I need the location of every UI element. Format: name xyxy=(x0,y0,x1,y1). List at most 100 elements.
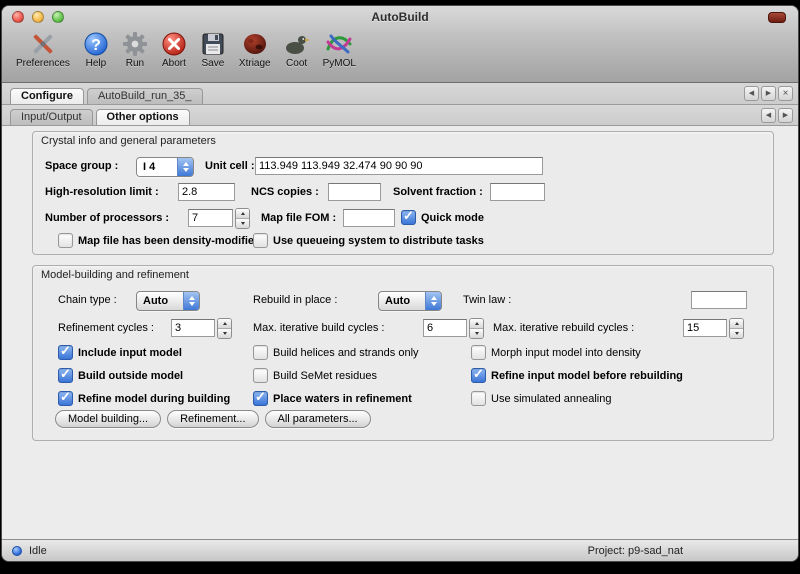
refinement-cycles-input[interactable] xyxy=(171,319,215,337)
map-fom-input[interactable] xyxy=(343,209,395,227)
refinement-button[interactable]: Refinement... xyxy=(167,410,258,428)
toolbar-label: Coot xyxy=(286,58,307,69)
pymol-button[interactable]: PyMOL xyxy=(319,30,360,69)
stepper-down-button[interactable] xyxy=(218,329,231,338)
all-parameters-button[interactable]: All parameters... xyxy=(265,410,371,428)
tab-input-output[interactable]: Input/Output xyxy=(10,109,93,125)
tab-nav-controls xyxy=(744,86,793,101)
status-indicator-icon xyxy=(12,546,22,556)
refine-before-checkbox[interactable]: Refine input model before rebuilding xyxy=(471,368,683,383)
include-input-model-checkbox[interactable]: Include input model xyxy=(58,345,182,360)
groupbox-title: Crystal info and general parameters xyxy=(41,135,216,147)
help-icon: ? xyxy=(83,30,109,58)
preferences-button[interactable]: Preferences xyxy=(12,30,74,69)
run-button[interactable]: Run xyxy=(118,30,152,69)
space-group-select[interactable]: I 4 xyxy=(136,157,194,177)
model-building-button[interactable]: Model building... xyxy=(55,410,161,428)
options-panel: Crystal info and general parameters Spac… xyxy=(2,126,798,539)
checkbox-label: Refine input model before rebuilding xyxy=(491,370,683,382)
chain-type-select[interactable]: Auto xyxy=(136,291,200,311)
processors-input[interactable] xyxy=(188,209,233,227)
stepper-up-button[interactable] xyxy=(730,319,743,329)
sub-tab-scroll-right-button[interactable] xyxy=(778,108,793,123)
coot-button[interactable]: Coot xyxy=(280,30,314,69)
ncs-copies-input[interactable] xyxy=(328,183,381,201)
checkbox-label: Morph input model into density xyxy=(491,347,641,359)
abort-button[interactable]: Abort xyxy=(157,30,191,69)
chain-type-value: Auto xyxy=(137,292,183,310)
toolbar-label: Abort xyxy=(162,58,186,69)
max-build-cycles-input[interactable] xyxy=(423,319,467,337)
tab-close-button[interactable] xyxy=(778,86,793,101)
tab-label: AutoBuild_run_35_ xyxy=(98,90,192,102)
stepper-up-button[interactable] xyxy=(236,209,249,219)
density-modified-checkbox[interactable]: Map file has been density-modified xyxy=(58,233,261,248)
checkbox-icon xyxy=(253,391,268,406)
coot-icon xyxy=(284,30,310,58)
dropdown-arrows-icon xyxy=(177,158,193,176)
tab-label: Configure xyxy=(21,90,73,102)
max-rebuild-cycles-input[interactable] xyxy=(683,319,727,337)
tab-label: Other options xyxy=(107,111,179,123)
morph-model-checkbox[interactable]: Morph input model into density xyxy=(471,345,641,360)
twin-law-label: Twin law : xyxy=(463,294,511,306)
checkbox-icon xyxy=(471,391,486,406)
crystal-info-groupbox: Crystal info and general parameters Spac… xyxy=(32,131,774,255)
status-bar: Idle Project: p9-sad_nat xyxy=(2,539,798,561)
xtriage-button[interactable]: Xtriage xyxy=(235,30,275,69)
refine-during-checkbox[interactable]: Refine model during building xyxy=(58,391,230,406)
project-label: Project: p9-sad_nat xyxy=(588,545,683,557)
twin-law-input[interactable] xyxy=(691,291,747,309)
build-outside-checkbox[interactable]: Build outside model xyxy=(58,368,183,383)
checkbox-icon xyxy=(471,368,486,383)
simulated-annealing-checkbox[interactable]: Use simulated annealing xyxy=(471,391,611,406)
processors-stepper[interactable] xyxy=(235,208,250,229)
solvent-fraction-input[interactable] xyxy=(490,183,545,201)
model-building-groupbox: Model-building and refinement Chain type… xyxy=(32,265,774,441)
high-res-input[interactable] xyxy=(178,183,235,201)
stepper-down-button[interactable] xyxy=(470,329,483,338)
place-waters-checkbox[interactable]: Place waters in refinement xyxy=(253,391,412,406)
dropdown-arrows-icon xyxy=(425,292,441,310)
chain-type-label: Chain type : xyxy=(58,294,117,306)
map-fom-label: Map file FOM : xyxy=(261,212,336,224)
refinement-cycles-stepper[interactable] xyxy=(217,318,232,339)
sub-tab-scroll-left-button[interactable] xyxy=(761,108,776,123)
space-group-label: Space group : xyxy=(45,160,118,172)
tab-other-options[interactable]: Other options xyxy=(96,109,190,125)
toolbar-label: Xtriage xyxy=(239,58,271,69)
tab-scroll-left-button[interactable] xyxy=(744,86,759,101)
checkbox-icon xyxy=(253,368,268,383)
ncs-copies-label: NCS copies : xyxy=(251,186,319,198)
quick-mode-checkbox[interactable]: Quick mode xyxy=(401,210,484,225)
build-helices-checkbox[interactable]: Build helices and strands only xyxy=(253,345,419,360)
checkbox-label: Use simulated annealing xyxy=(491,393,611,405)
stepper-down-button[interactable] xyxy=(236,219,249,228)
build-semet-checkbox[interactable]: Build SeMet residues xyxy=(253,368,377,383)
unit-cell-input[interactable] xyxy=(255,157,543,175)
window-title: AutoBuild xyxy=(2,10,798,24)
rebuild-in-place-select[interactable]: Auto xyxy=(378,291,442,311)
stepper-down-button[interactable] xyxy=(730,329,743,338)
max-build-cycles-stepper[interactable] xyxy=(469,318,484,339)
tab-configure[interactable]: Configure xyxy=(10,88,84,104)
high-res-label: High-resolution limit : xyxy=(45,186,159,198)
help-button[interactable]: ? Help xyxy=(79,30,113,69)
tab-scroll-right-button[interactable] xyxy=(761,86,776,101)
checkbox-label: Use queueing system to distribute tasks xyxy=(273,235,484,247)
save-button[interactable]: Save xyxy=(196,30,230,69)
max-rebuild-cycles-stepper[interactable] xyxy=(729,318,744,339)
titlebar-widget-icon[interactable] xyxy=(768,12,786,23)
tab-autobuild-run[interactable]: AutoBuild_run_35_ xyxy=(87,88,203,104)
stepper-up-button[interactable] xyxy=(470,319,483,329)
queueing-checkbox[interactable]: Use queueing system to distribute tasks xyxy=(253,233,484,248)
checkbox-label: Build outside model xyxy=(78,370,183,382)
checkbox-label: Refine model during building xyxy=(78,393,230,405)
titlebar[interactable]: AutoBuild xyxy=(2,6,798,28)
main-tab-bar: Configure AutoBuild_run_35_ xyxy=(2,83,798,105)
stepper-up-button[interactable] xyxy=(218,319,231,329)
toolbar: Preferences ? Help xyxy=(2,28,798,82)
checkbox-label: Build SeMet residues xyxy=(273,370,377,382)
dropdown-arrows-icon xyxy=(183,292,199,310)
save-icon xyxy=(200,30,226,58)
